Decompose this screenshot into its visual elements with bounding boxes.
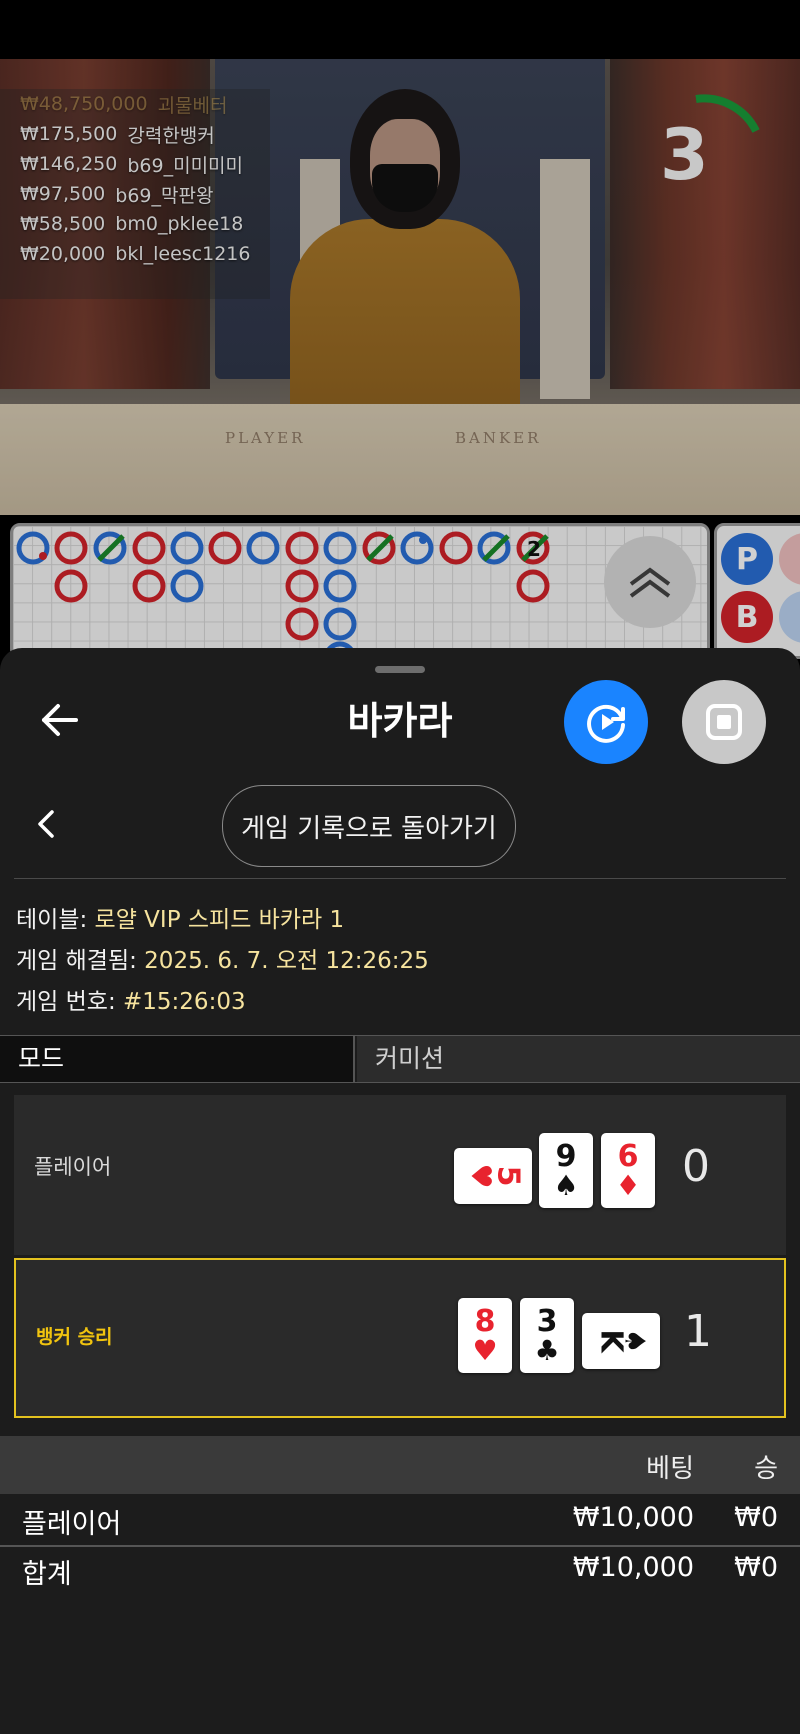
total-bet: ₩10,000 [572,1552,694,1583]
playing-card: 9 ♠ [539,1133,593,1208]
back-to-history-button[interactable]: 게임 기록으로 돌아가기 [222,785,516,867]
leaderboard-amount: ₩175,500 [20,123,118,145]
leaderboard-user: 강력한뱅커 [127,124,215,147]
banker-win-label: 뱅커 승리 [36,1326,113,1348]
leaderboard-user: 괴물베터 [157,94,228,117]
live-video[interactable]: PLAYER BANKER ₩48,750,000 괴물베터 ₩175,500 … [0,59,800,515]
leaderboard-row: ₩175,500 강력한뱅커 [20,119,250,149]
leaderboard-amount: ₩48,750,000 [20,93,148,115]
playing-card: K ♠ [582,1313,660,1369]
playing-card: 6 ♦ [601,1133,655,1208]
leaderboard-user: bkl_leesc1216 [115,243,251,265]
card-rank: 5 [490,1165,526,1187]
total-win: ₩0 [734,1552,778,1583]
expand-road-button[interactable] [604,536,696,628]
card-suit: ♥ [472,1333,498,1367]
page-title: 바카라 [347,699,453,743]
winners-leaderboard: ₩48,750,000 괴물베터 ₩175,500 강력한뱅커 ₩146,250… [20,89,250,269]
bet-spot-panel[interactable]: P B [714,523,800,659]
banker-pill[interactable]: B [721,591,773,643]
card-rank: 3 [536,1303,558,1339]
game-number-label: 게임 번호: [16,989,124,1015]
pill-partial [779,591,800,643]
mode-tabs: 모드 커미션 [0,1035,800,1083]
bets-table-header: 베팅 승 [0,1436,800,1494]
game-detail-sheet: 바카라 게임 기록으로 돌아가기 테이블: 로얄 VIP 스피드 바카라 1 게… [0,648,800,1734]
road-marker-2: 2 [527,537,541,561]
card-suit: ♠ [618,1328,652,1354]
banker-score: 1 [684,1306,712,1357]
leaderboard-user: b69_막판왕 [115,184,214,207]
resolved-info: 게임 해결됨: 2025. 6. 7. 오전 12:26:25 [16,941,429,975]
bet-amount: ₩10,000 [572,1502,694,1533]
leaderboard-user: b69_미미미미 [127,154,244,177]
status-bar [0,0,800,59]
sheet-grabber[interactable] [375,666,425,673]
chevron-left-icon[interactable] [34,808,58,840]
bet-column-header: 베팅 [646,1454,694,1484]
card-rank: 9 [555,1138,577,1174]
stop-button[interactable] [682,680,766,764]
replay-button[interactable] [564,680,648,764]
player-pill[interactable]: P [721,533,773,585]
card-rank: 6 [617,1138,639,1174]
card-suit: ♠ [553,1168,579,1202]
leaderboard-user: bm0_pklee18 [115,213,244,235]
leaderboard-row: ₩58,500 bm0_pklee18 [20,209,250,239]
leaderboard-amount: ₩97,500 [20,183,106,205]
tab-commission[interactable]: 커미션 [357,1036,800,1082]
card-rank: 8 [474,1303,496,1339]
resolved-label: 게임 해결됨: [16,948,145,974]
total-row: 합계 ₩10,000 ₩0 [0,1544,800,1594]
card-suit: ♣ [534,1333,560,1367]
felt-banker-label: BANKER [455,429,542,447]
leaderboard-amount: ₩146,250 [20,153,118,175]
pill-partial [779,533,800,585]
win-amount: ₩0 [734,1502,778,1533]
card-suit: ♦ [615,1168,641,1202]
divider [14,878,786,879]
total-label: 합계 [22,1559,72,1590]
player-score: 0 [682,1141,710,1192]
felt-player-label: PLAYER [225,429,306,447]
double-chevron-up-icon [629,567,671,598]
leaderboard-amount: ₩20,000 [20,243,106,265]
resolved-value: 2025. 6. 7. 오전 12:26:25 [144,948,429,974]
leaderboard-row: ₩146,250 b69_미미미미 [20,149,250,179]
playing-card: ♥ 5 [454,1148,532,1204]
leaderboard-amount: ₩58,500 [20,213,106,235]
table-value: 로얄 VIP 스피드 바카라 1 [94,907,345,933]
leaderboard-row: ₩48,750,000 괴물베터 [20,89,250,119]
player-hand: 플레이어 ♥ 5 9 ♠ 6 ♦ 0 [14,1095,786,1255]
table-info: 테이블: 로얄 VIP 스피드 바카라 1 [16,900,344,934]
playing-card: 3 ♣ [520,1298,574,1373]
table-label: 테이블: [16,907,95,933]
bet-label: 플레이어 [22,1509,122,1540]
leaderboard-row: ₩20,000 bkl_leesc1216 [20,239,250,269]
table-felt [0,404,800,515]
video-replay-icon [587,704,625,743]
countdown-number: 3 [660,114,709,196]
banker-hand: 뱅커 승리 8 ♥ 3 ♣ K ♠ 1 [14,1258,786,1418]
player-hand-label: 플레이어 [34,1155,112,1179]
road-map-marks: 2 [16,531,550,656]
game-number-value: #15:26:03 [123,989,246,1015]
table-row: 플레이어 ₩10,000 ₩0 [0,1494,800,1544]
win-column-header: 승 [754,1454,778,1484]
playing-card: 8 ♥ [458,1298,512,1373]
tab-mode[interactable]: 모드 [0,1036,355,1082]
stop-square-icon [706,704,742,740]
game-number-info: 게임 번호: #15:26:03 [16,982,246,1016]
leaderboard-row: ₩97,500 b69_막판왕 [20,179,250,209]
pillar-right [540,159,590,399]
